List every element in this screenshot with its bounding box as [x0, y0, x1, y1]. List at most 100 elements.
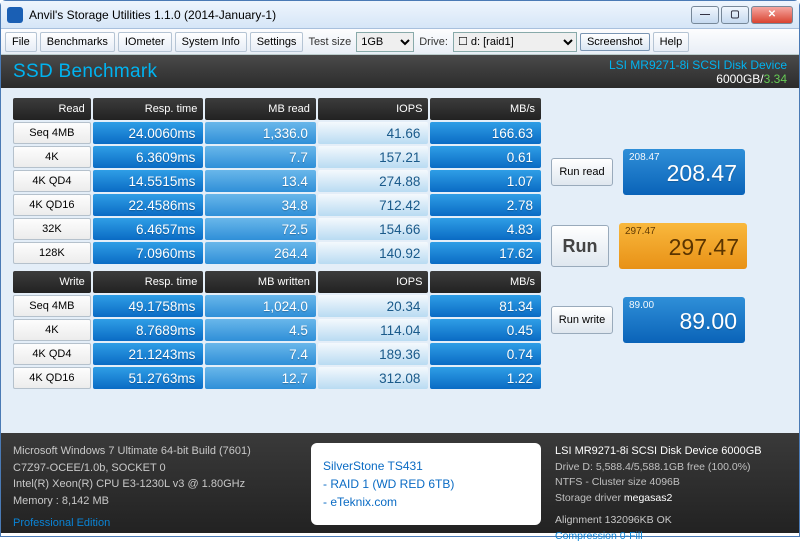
compression-link[interactable]: Compression 0-Fill [555, 529, 787, 544]
device-capacity: 6000GB/ [716, 72, 763, 86]
cell-mb: 13.4 [205, 170, 316, 192]
table-row: 4K QD414.5515ms13.4274.881.07 [13, 170, 541, 192]
device-trim: 3.34 [764, 72, 787, 86]
run-write-button[interactable]: Run write [551, 306, 613, 334]
edition-label: Professional Edition [13, 515, 297, 532]
col-read: Read [13, 98, 91, 120]
footer: Microsoft Windows 7 Ultimate 64-bit Buil… [1, 433, 799, 533]
cell-mb: 4.5 [205, 319, 316, 341]
note-line2: - RAID 1 (WD RED 6TB) [323, 475, 529, 493]
table-row: 4K6.3609ms7.7157.210.61 [13, 146, 541, 168]
menu-systeminfo[interactable]: System Info [175, 32, 247, 52]
window-title: Anvil's Storage Utilities 1.1.0 (2014-Ja… [29, 8, 691, 22]
row-label[interactable]: Seq 4MB [13, 295, 91, 317]
cell-mbs: 1.07 [430, 170, 541, 192]
cell-mbs: 4.83 [430, 218, 541, 240]
content-area: Read Resp. time MB read IOPS MB/s Seq 4M… [1, 88, 799, 433]
row-label[interactable]: 4K [13, 319, 91, 341]
cell-mbs: 0.61 [430, 146, 541, 168]
storage-driver: Storage driver megasas2 [555, 491, 787, 507]
cell-resp: 21.1243ms [93, 343, 204, 365]
table-row: Seq 4MB24.0060ms1,336.041.66166.63 [13, 122, 541, 144]
table-row: Seq 4MB49.1758ms1,024.020.3481.34 [13, 295, 541, 317]
screenshot-button[interactable]: Screenshot [580, 33, 650, 51]
table-row: 4K8.7689ms4.5114.040.45 [13, 319, 541, 341]
cell-iops: 114.04 [318, 319, 429, 341]
cell-mb: 12.7 [205, 367, 316, 389]
cell-mbs: 2.78 [430, 194, 541, 216]
cell-iops: 157.21 [318, 146, 429, 168]
cell-mb: 72.5 [205, 218, 316, 240]
row-label[interactable]: 4K QD4 [13, 343, 91, 365]
footer-sysinfo: Microsoft Windows 7 Ultimate 64-bit Buil… [13, 443, 297, 525]
cell-iops: 189.36 [318, 343, 429, 365]
cell-resp: 7.0960ms [93, 242, 204, 264]
footer-note: SilverStone TS431 - RAID 1 (WD RED 6TB) … [311, 443, 541, 525]
cell-resp: 6.3609ms [93, 146, 204, 168]
col-resp: Resp. time [93, 98, 204, 120]
cell-resp: 6.4657ms [93, 218, 204, 240]
col-mbs: MB/s [430, 271, 541, 293]
close-button[interactable]: ✕ [751, 6, 793, 24]
cell-mbs: 81.34 [430, 295, 541, 317]
write-score: 89.00 89.00 [623, 297, 745, 343]
drive-ntfs: NTFS - Cluster size 4096B [555, 475, 787, 491]
run-read-button[interactable]: Run read [551, 158, 613, 186]
read-score-mini: 208.47 [629, 152, 660, 163]
cell-resp: 22.4586ms [93, 194, 204, 216]
table-row: 4K QD421.1243ms7.4189.360.74 [13, 343, 541, 365]
table-row: 4K QD1622.4586ms34.8712.422.78 [13, 194, 541, 216]
table-row: 32K6.4657ms72.5154.664.83 [13, 218, 541, 240]
menu-settings[interactable]: Settings [250, 32, 304, 52]
titlebar: Anvil's Storage Utilities 1.1.0 (2014-Ja… [1, 1, 799, 29]
col-resp: Resp. time [93, 271, 204, 293]
menu-iometer[interactable]: IOmeter [118, 32, 172, 52]
row-label[interactable]: 128K [13, 242, 91, 264]
note-line1: SilverStone TS431 [323, 457, 529, 475]
drive-select[interactable]: ☐ d: [raid1] [453, 32, 577, 52]
row-label[interactable]: 4K QD16 [13, 367, 91, 389]
cell-iops: 274.88 [318, 170, 429, 192]
menu-file[interactable]: File [5, 32, 37, 52]
row-label[interactable]: 4K [13, 146, 91, 168]
banner: SSD Benchmark LSI MR9271-8i SCSI Disk De… [1, 55, 799, 88]
minimize-button[interactable]: — [691, 6, 719, 24]
maximize-button[interactable]: ▢ [721, 6, 749, 24]
drive-label: Drive: [417, 36, 450, 48]
right-column: Run read 208.47 208.47 Run 297.47 297.47… [551, 96, 789, 429]
row-label[interactable]: Seq 4MB [13, 122, 91, 144]
run-button[interactable]: Run [551, 225, 609, 267]
drive-name: LSI MR9271-8i SCSI Disk Device 6000GB [555, 443, 787, 460]
cell-resp: 14.5515ms [93, 170, 204, 192]
total-score-mini: 297.47 [625, 226, 656, 237]
banner-title: SSD Benchmark [13, 61, 609, 83]
cell-resp: 24.0060ms [93, 122, 204, 144]
menu-benchmarks[interactable]: Benchmarks [40, 32, 115, 52]
alignment: Alignment 132096KB OK [555, 513, 787, 529]
menu-help[interactable]: Help [653, 32, 690, 52]
row-label[interactable]: 4K QD4 [13, 170, 91, 192]
cell-mb: 1,336.0 [205, 122, 316, 144]
cell-resp: 51.2763ms [93, 367, 204, 389]
testsize-select[interactable]: 1GB [356, 32, 414, 52]
cell-mb: 34.8 [205, 194, 316, 216]
read-table: Read Resp. time MB read IOPS MB/s Seq 4M… [11, 96, 543, 266]
cell-iops: 140.92 [318, 242, 429, 264]
cell-iops: 41.66 [318, 122, 429, 144]
cell-mb: 264.4 [205, 242, 316, 264]
table-row: 4K QD1651.2763ms12.7312.081.22 [13, 367, 541, 389]
cell-iops: 312.08 [318, 367, 429, 389]
cell-mb: 7.4 [205, 343, 316, 365]
row-label[interactable]: 4K QD16 [13, 194, 91, 216]
col-write: Write [13, 271, 91, 293]
cell-iops: 20.34 [318, 295, 429, 317]
os-line: Microsoft Windows 7 Ultimate 64-bit Buil… [13, 443, 297, 460]
banner-device-info: LSI MR9271-8i SCSI Disk Device 6000GB/3.… [609, 58, 787, 86]
footer-driveinfo: LSI MR9271-8i SCSI Disk Device 6000GB Dr… [555, 443, 787, 525]
row-label[interactable]: 32K [13, 218, 91, 240]
cell-mb: 7.7 [205, 146, 316, 168]
tables: Read Resp. time MB read IOPS MB/s Seq 4M… [11, 96, 543, 429]
cell-iops: 712.42 [318, 194, 429, 216]
mem-line: Memory : 8,142 MB [13, 493, 297, 510]
write-score-mini: 89.00 [629, 300, 654, 311]
